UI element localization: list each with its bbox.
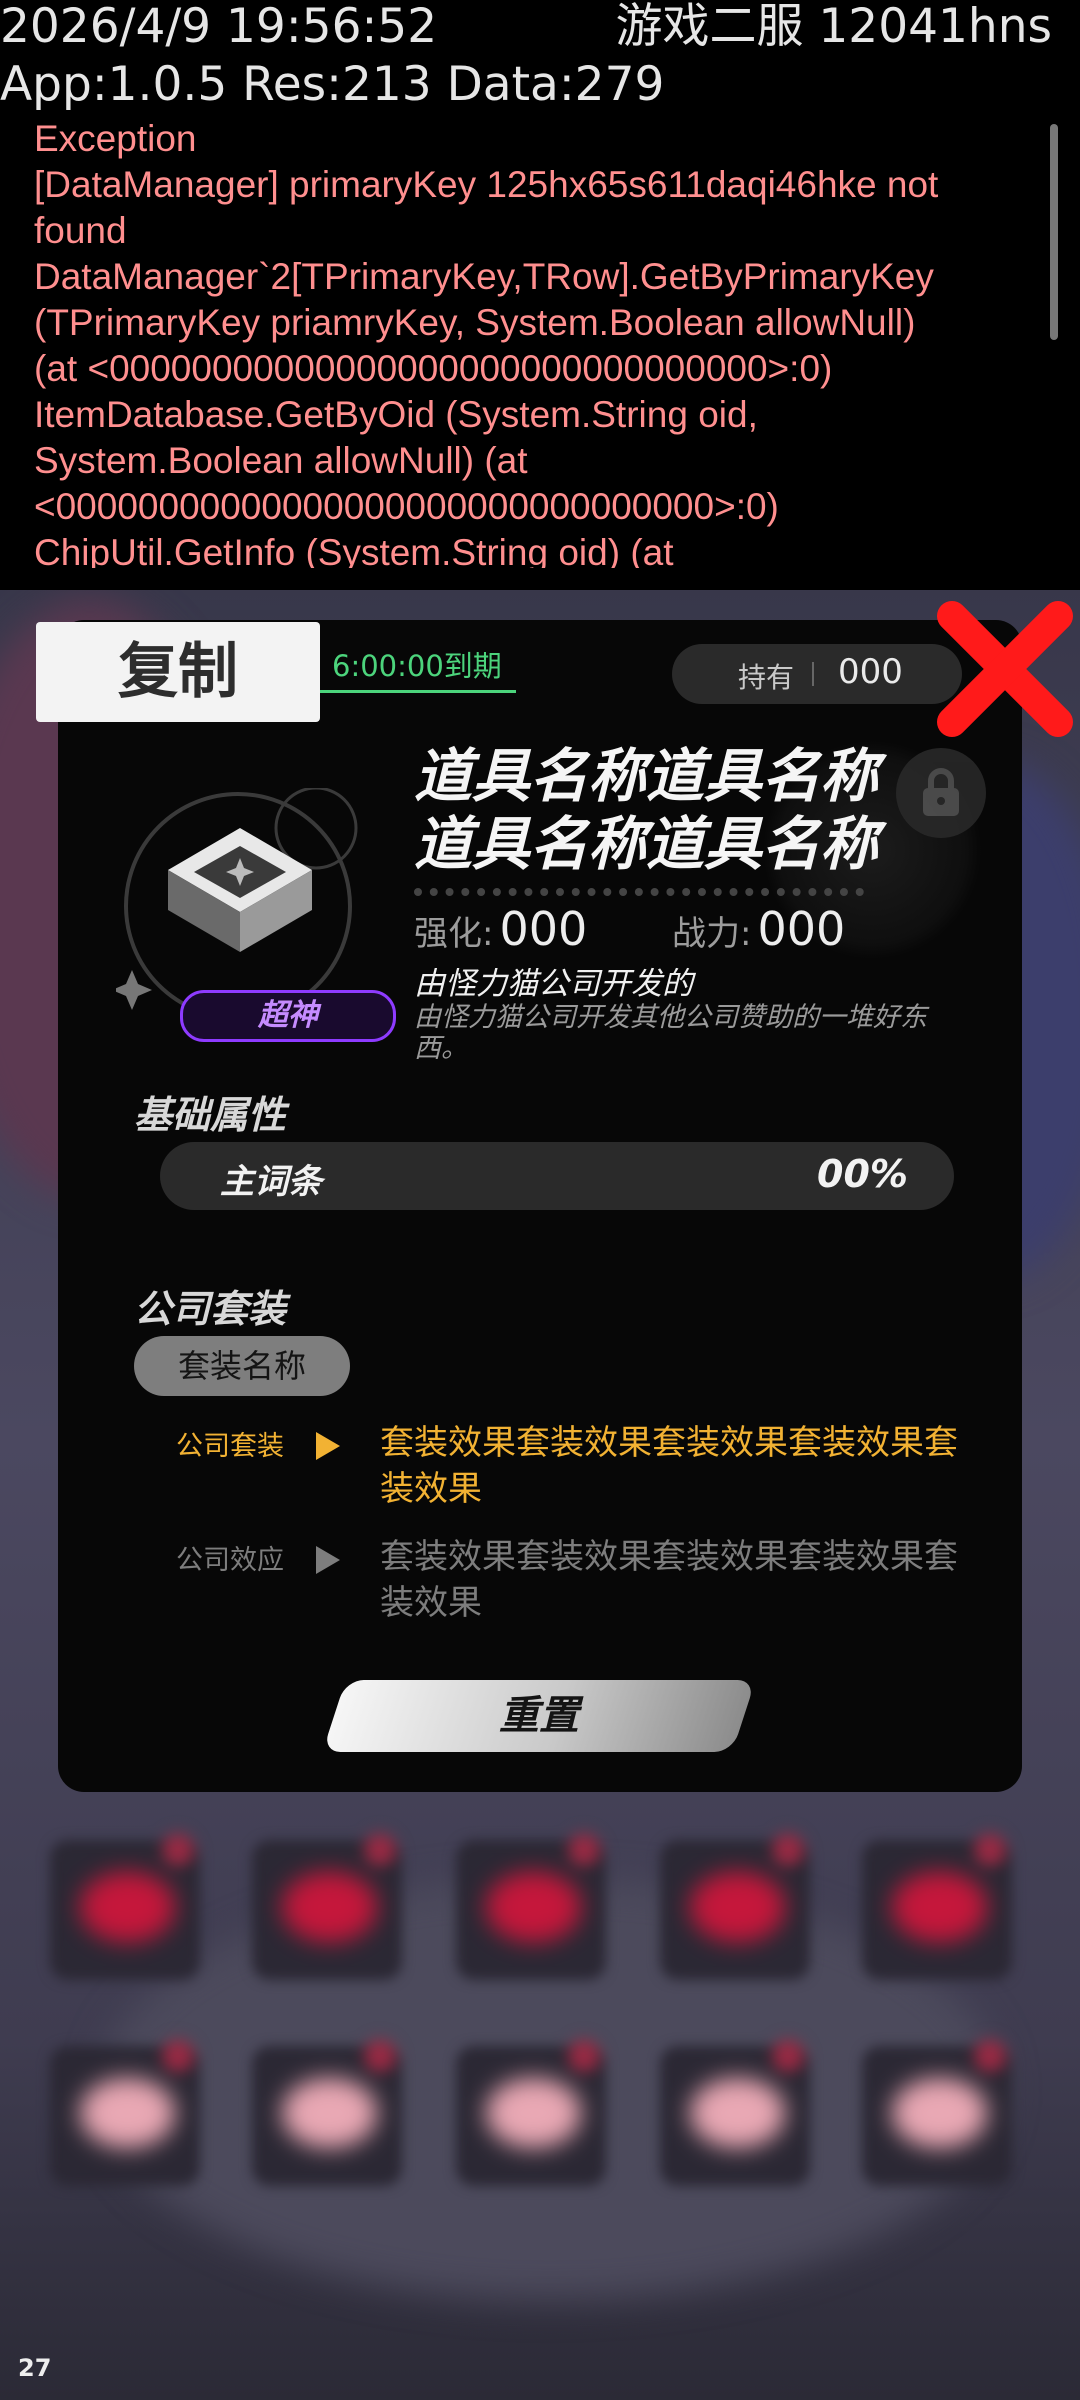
copy-button[interactable]: 复制: [36, 622, 320, 722]
log-line: <00000000000000000000000000000000>:0): [34, 486, 779, 527]
play-icon: [316, 1432, 340, 1460]
hold-divider: [812, 662, 814, 686]
log-line: ChipUtil.GetInfo (System.String oid) (at: [34, 532, 674, 568]
set-effect-text: 套装效果套装效果套装效果套装效果套装效果: [380, 1423, 958, 1509]
hold-value: 000: [838, 652, 903, 692]
close-button[interactable]: [930, 594, 1080, 744]
play-icon: [316, 1546, 340, 1574]
main-attribute-row: 主词条 00%: [160, 1142, 954, 1210]
set-effect-label: 公司套装: [176, 1431, 284, 1462]
item-description: 由怪力猫公司开发其他公司赞助的一堆好东西。: [414, 1002, 927, 1064]
reset-button-label: 重置: [499, 1693, 579, 1739]
debug-versions: App:1.0.5 Res:213 Data:279: [0, 57, 665, 112]
rarity-badge: 超神: [180, 990, 396, 1042]
set-effect-label: 公司效应: [176, 1545, 284, 1576]
debug-server: 游戏二服 12041hns: [615, 0, 1052, 54]
base-attr-title: 基础属性: [134, 1093, 287, 1137]
log-line: Exception: [34, 118, 197, 159]
log-line: DataManager`2[TPrimaryKey,TRow].GetByPri…: [34, 256, 934, 297]
strength-stat: 强化: 000: [414, 902, 587, 956]
set-name-tag[interactable]: 套装名称: [134, 1336, 350, 1396]
log-scrollbar[interactable]: [1050, 124, 1058, 340]
power-value: 000: [757, 902, 846, 956]
item-name: 道具名称道具名称道具名称道具名称: [414, 742, 879, 878]
debug-datetime: 2026/4/9 19:56:52: [0, 0, 438, 54]
log-line: (TPrimaryKey priamryKey, System.Boolean …: [34, 302, 916, 343]
log-line: [DataManager] primaryKey 125hx65s611daqi…: [34, 164, 939, 205]
item-icon: [112, 786, 386, 1020]
log-line: (at <00000000000000000000000000000000>:0…: [34, 348, 833, 389]
hold-label: 持有: [738, 661, 795, 694]
log-line: System.Boolean allowNull) (at: [34, 440, 528, 481]
main-attribute-value: 00%: [817, 1152, 908, 1196]
name-divider: [414, 888, 864, 896]
hold-count-pill: 持有 000: [672, 644, 962, 704]
fps-counter: 27: [18, 2354, 52, 2382]
strength-value: 000: [499, 902, 588, 956]
exception-log[interactable]: Exception [DataManager] primaryKey 125hx…: [34, 116, 1024, 568]
log-line: ItemDatabase.GetByOid (System.String oid…: [34, 394, 758, 435]
set-section-title: 公司套装: [134, 1287, 287, 1331]
power-stat: 战力: 000: [672, 902, 845, 956]
main-attribute-name: 主词条: [220, 1162, 322, 1202]
strength-label: 强化:: [414, 914, 494, 954]
log-line: found: [34, 210, 127, 251]
debug-console: 2026/4/9 19:56:52 游戏二服 12041hns App:1.0.…: [0, 0, 1080, 590]
developer-line: 由怪力猫公司开发的: [414, 966, 693, 1002]
power-label: 战力:: [672, 914, 752, 954]
set-effect-text: 套装效果套装效果套装效果套装效果套装效果: [380, 1537, 958, 1623]
close-icon: [937, 601, 1073, 737]
